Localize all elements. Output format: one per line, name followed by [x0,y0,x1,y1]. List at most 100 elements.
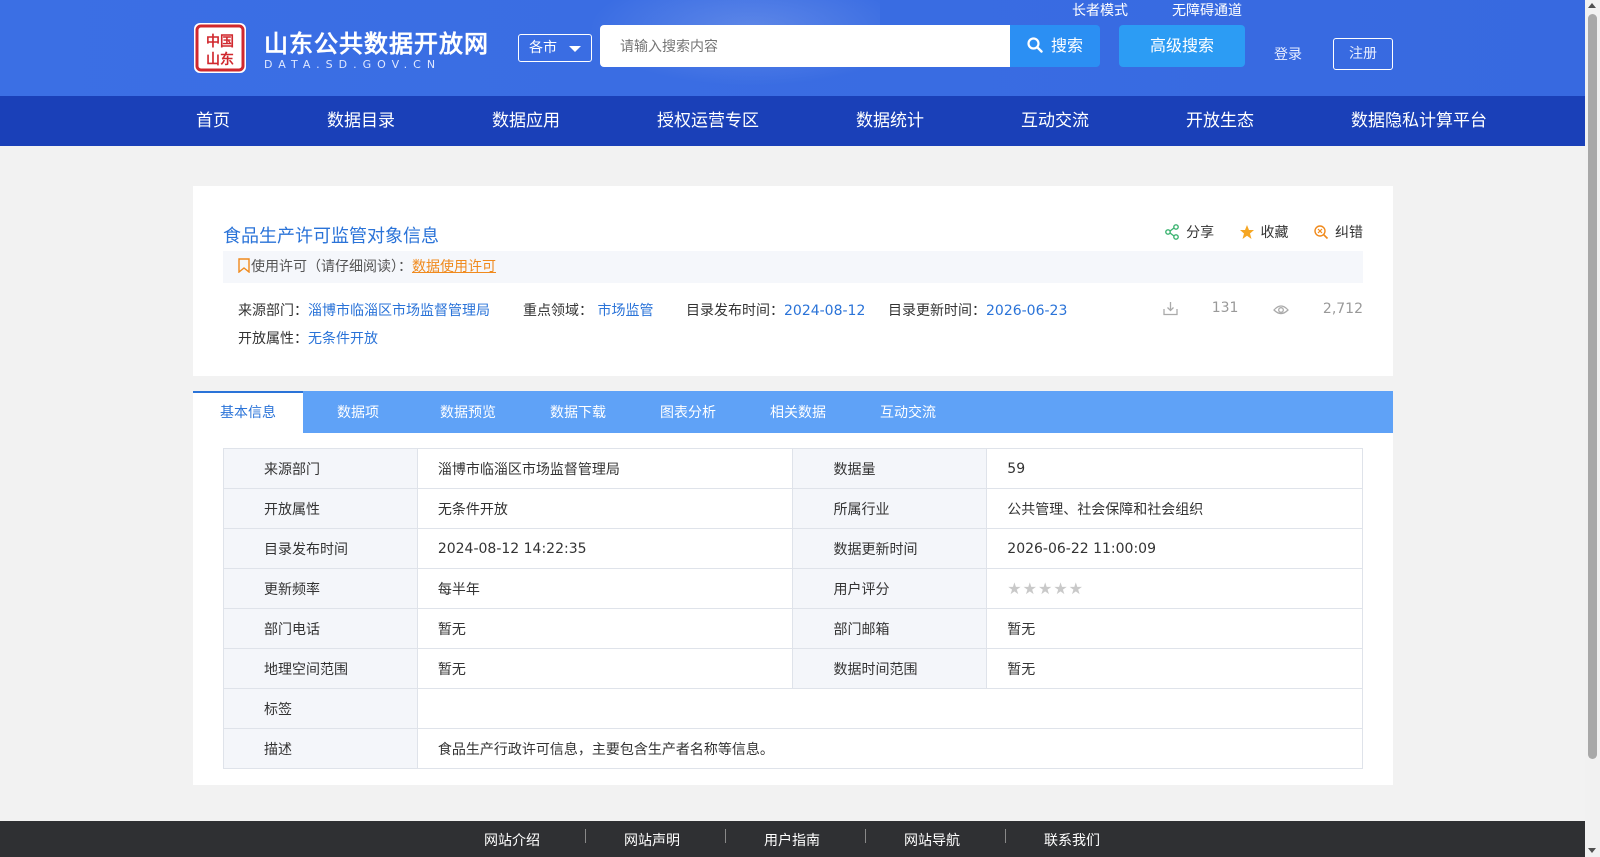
nav-item-privacy-platform[interactable]: 数据隐私计算平台 [1351,96,1487,146]
cell-value: 暂无 [986,608,1363,649]
cell-label: 部门邮箱 [792,608,988,649]
user-rating[interactable]: ★★★★★ [986,568,1363,609]
vertical-scrollbar[interactable] [1585,0,1600,857]
site-subtitle: DATA.SD.GOV.CN [264,58,442,71]
nav-item-catalog[interactable]: 数据目录 [327,96,395,146]
scroll-down-icon[interactable] [1588,848,1596,853]
publish-time-value: 2024-08-12 [784,303,866,319]
svg-text:山东: 山东 [206,51,234,68]
site-header: 中国 山东 山东公共数据开放网 DATA.SD.GOV.CN 各市 搜索 高级搜… [0,0,1585,96]
tab-data-preview[interactable]: 数据预览 [413,391,523,433]
nav-item-home[interactable]: 首页 [196,96,230,146]
tab-data-download[interactable]: 数据下载 [523,391,633,433]
report-error-button[interactable]: 纠错 [1313,222,1363,242]
search-input[interactable] [600,25,1011,67]
domain-label: 重点领域： [523,303,593,319]
advanced-search-button[interactable]: 高级搜索 [1119,25,1245,67]
open-attr-meta: 开放属性：无条件开放 [238,328,378,348]
nav-item-interaction[interactable]: 互动交流 [1021,96,1089,146]
cell-label: 所属行业 [792,488,988,529]
downloads-stat: 131 [1163,300,1239,316]
license-label: 使用许可（请仔细阅读）： [251,259,412,275]
tab-chart-analysis[interactable]: 图表分析 [633,391,743,433]
cell-label: 来源部门 [223,448,418,489]
downloads-count: 131 [1211,300,1239,316]
footer-link-sitemap[interactable]: 网站导航 [904,830,960,850]
license-link[interactable]: 数据使用许可 [412,259,496,275]
table-row: 目录发布时间 2024-08-12 14:22:35 数据更新时间 2026-0… [223,528,1363,569]
tab-interaction[interactable]: 互动交流 [853,391,963,433]
cell-label: 数据量 [792,448,988,489]
domain-value[interactable]: 市场监管 [597,303,653,319]
main-nav: 首页 数据目录 数据应用 授权运营专区 数据统计 互动交流 开放生态 数据隐私计… [0,96,1585,146]
basic-info-table: 来源部门 淄博市临淄区市场监督管理局 数据量 59 开放属性 无条件开放 所属行… [223,448,1364,769]
star-icon[interactable]: ★ [1007,579,1022,598]
share-button[interactable]: 分享 [1164,222,1214,242]
footer-divider [865,829,866,843]
star-icon[interactable]: ★ [1038,579,1053,598]
domain-meta: 重点领域： 市场监管 [523,300,653,320]
update-time-label: 目录更新时间： [888,303,986,319]
city-select[interactable]: 各市 [518,34,592,62]
footer-divider [585,829,586,843]
tags-label: 标签 [223,688,418,729]
cell-value: 2024-08-12 14:22:35 [416,528,794,569]
cell-label: 目录发布时间 [223,528,418,569]
footer-link-contact[interactable]: 联系我们 [1044,830,1100,850]
cell-value: 每半年 [416,568,794,609]
accessibility-link[interactable]: 无障碍通道 [1172,0,1242,20]
nav-item-apps[interactable]: 数据应用 [492,96,560,146]
nav-item-authorized-ops[interactable]: 授权运营专区 [657,96,759,146]
tab-data-items[interactable]: 数据项 [303,391,413,433]
views-count: 2,712 [1322,300,1363,317]
nav-item-stats[interactable]: 数据统计 [856,96,924,146]
site-footer: 网站介绍 网站声明 用户指南 网站导航 联系我们 [0,821,1585,857]
cell-label: 地理空间范围 [223,648,418,689]
footer-link-guide[interactable]: 用户指南 [764,830,820,850]
table-row: 标签 [223,688,1364,729]
chevron-down-icon [569,46,581,52]
open-attr-value: 无条件开放 [308,331,378,347]
search-button[interactable]: 搜索 [1010,25,1100,67]
table-row: 部门电话 暂无 部门邮箱 暂无 [223,608,1363,649]
favorite-label: 收藏 [1260,225,1289,241]
favorite-button[interactable]: 收藏 [1239,222,1289,242]
tab-related-data[interactable]: 相关数据 [743,391,853,433]
footer-link-statement[interactable]: 网站声明 [624,830,680,850]
elder-mode-link[interactable]: 长者模式 [1072,0,1128,20]
nav-item-ecosystem[interactable]: 开放生态 [1186,96,1254,146]
footer-divider [1005,829,1006,843]
star-icon [1239,225,1254,239]
footer-link-about[interactable]: 网站介绍 [484,830,540,850]
scrollbar-thumb[interactable] [1588,14,1597,759]
share-icon [1165,224,1179,240]
scroll-up-icon[interactable] [1588,3,1596,8]
star-icon[interactable]: ★ [1053,579,1068,598]
cell-value: 59 [986,448,1363,489]
table-row: 来源部门 淄博市临淄区市场监督管理局 数据量 59 [223,448,1363,489]
site-logo-icon[interactable]: 中国 山东 [193,22,247,74]
site-title[interactable]: 山东公共数据开放网 [264,24,489,59]
cell-label: 更新频率 [223,568,418,609]
magnifier-error-icon [1314,225,1329,240]
cell-value: 淄博市临淄区市场监督管理局 [416,448,794,489]
publish-time-label: 目录发布时间： [686,303,784,319]
source-dept-label: 来源部门： [238,303,308,319]
tab-basic-info[interactable]: 基本信息 [193,391,303,433]
star-icon[interactable]: ★ [1023,579,1038,598]
register-button[interactable]: 注册 [1333,38,1393,70]
share-label: 分享 [1186,225,1215,241]
star-icon[interactable]: ★ [1069,579,1084,598]
city-select-label: 各市 [529,40,557,56]
update-time-value: 2026-06-23 [986,303,1068,319]
table-row: 描述 食品生产行政许可信息，主要包含生产者名称等信息。 [223,728,1364,769]
dataset-title: 食品生产许可监管对象信息 [223,226,439,247]
detail-tabs-card: 基本信息 数据项 数据预览 数据下载 图表分析 相关数据 互动交流 来源部门 淄… [193,391,1393,785]
source-dept-value[interactable]: 淄博市临淄区市场监督管理局 [308,303,490,319]
source-dept-meta: 来源部门：淄博市临淄区市场监督管理局 [238,300,490,320]
cell-label: 数据更新时间 [792,528,988,569]
footer-divider [725,829,726,843]
cell-label: 开放属性 [223,488,418,529]
tab-bar: 基本信息 数据项 数据预览 数据下载 图表分析 相关数据 互动交流 [193,391,1393,433]
login-link[interactable]: 登录 [1274,44,1302,64]
